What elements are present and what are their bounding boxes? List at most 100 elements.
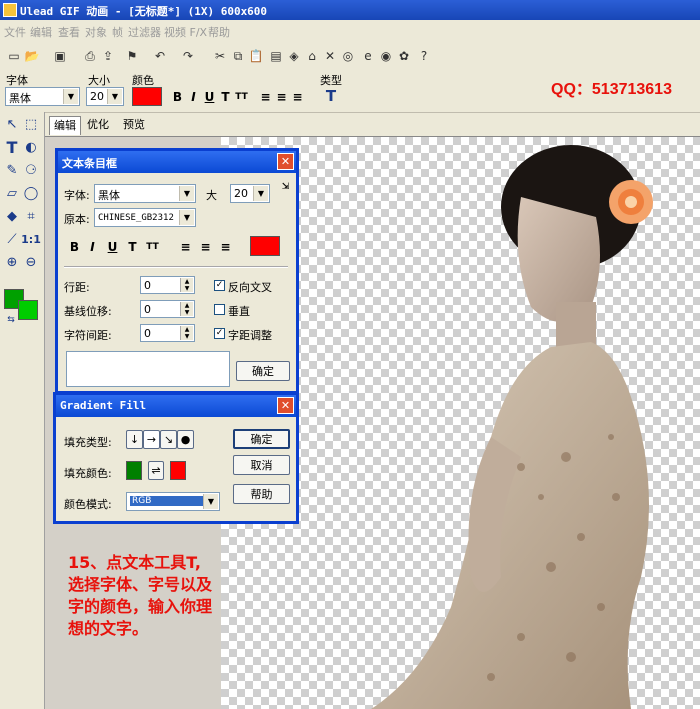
- size-select[interactable]: 20 ▼: [86, 87, 124, 106]
- gradient-horizontal-icon[interactable]: →: [143, 430, 160, 449]
- italic-button[interactable]: I: [186, 89, 201, 104]
- line-spacing-input[interactable]: 0 ▲ ▼: [140, 276, 195, 294]
- record-icon[interactable]: ◉: [378, 48, 394, 64]
- gradient-diagonal-icon[interactable]: ↘: [160, 430, 177, 449]
- gradient-end-color[interactable]: [170, 461, 186, 480]
- dlg-script-select[interactable]: CHINESE_GB2312 ▼: [94, 208, 196, 227]
- delete-icon[interactable]: ✕: [322, 48, 338, 64]
- shadow-button[interactable]: TT: [234, 89, 249, 104]
- text-color-swatch[interactable]: [132, 87, 162, 106]
- swap-colors-icon[interactable]: ⇌: [148, 461, 164, 480]
- redo-icon[interactable]: ↷: [180, 48, 196, 64]
- dlg-size-select[interactable]: 20 ▼: [230, 184, 270, 203]
- underline-button[interactable]: U: [202, 89, 217, 104]
- tween-icon[interactable]: ◎: [340, 48, 356, 64]
- help-pointer-icon[interactable]: ?: [416, 48, 432, 64]
- stamp-icon[interactable]: ⌂: [304, 48, 320, 64]
- save-icon[interactable]: ▣: [52, 48, 68, 64]
- menu-view[interactable]: 查看: [58, 24, 80, 40]
- close-icon[interactable]: ✕: [277, 397, 294, 414]
- dlg-italic-button[interactable]: I: [85, 239, 100, 254]
- dlg-font-select[interactable]: 黑体 ▼: [94, 184, 196, 203]
- text-tool-icon[interactable]: T: [3, 138, 21, 157]
- char-spacing-input[interactable]: 0 ▲ ▼: [140, 324, 195, 342]
- dlg-align-center-icon[interactable]: ≡: [198, 239, 213, 254]
- kerning-checkbox[interactable]: ✓: [214, 328, 225, 339]
- gradient-help-button[interactable]: 帮助: [233, 484, 290, 504]
- fill-tool-icon[interactable]: ◆: [3, 207, 21, 225]
- strikeout-button[interactable]: T: [218, 89, 233, 104]
- cut-icon[interactable]: ✂: [212, 48, 228, 64]
- spinner-arrows-icon[interactable]: ▲ ▼: [180, 302, 193, 316]
- dlg-text-color-swatch[interactable]: [250, 236, 280, 256]
- zoom-in-icon[interactable]: ⊕: [3, 253, 21, 271]
- background-color-swatch[interactable]: [18, 300, 38, 320]
- spinner-arrows-icon[interactable]: ▲ ▼: [180, 326, 193, 340]
- dlg-bold-button[interactable]: B: [67, 239, 82, 254]
- paste-icon[interactable]: 📋: [248, 48, 264, 64]
- antialias-checkbox[interactable]: ✓: [214, 280, 225, 291]
- baseline-input[interactable]: 0 ▲ ▼: [140, 300, 195, 318]
- print-icon[interactable]: ⎙: [82, 48, 98, 64]
- gradient-radial-icon[interactable]: ●: [177, 430, 194, 449]
- crop-tool-icon[interactable]: ⌗: [22, 207, 40, 225]
- dlg-align-right-icon[interactable]: ≡: [218, 239, 233, 254]
- vertical-checkbox[interactable]: [214, 304, 225, 315]
- bold-button[interactable]: B: [170, 89, 185, 104]
- align-center-icon[interactable]: ≡: [274, 89, 289, 104]
- font-select[interactable]: 黑体 ▼: [5, 87, 80, 106]
- gradient-cancel-button[interactable]: 取消: [233, 455, 290, 475]
- copy-icon[interactable]: ⧉: [230, 48, 246, 64]
- eraser-tool-icon[interactable]: ▱: [3, 184, 21, 202]
- spinner-arrows-icon[interactable]: ▲ ▼: [180, 278, 193, 292]
- marquee-tool-icon[interactable]: ⬚: [22, 115, 40, 133]
- window-title: Ulead GIF 动画 - [无标题*] (1X) 600x600: [20, 5, 268, 18]
- close-icon[interactable]: ✕: [277, 153, 294, 170]
- tab-optimize[interactable]: 优化: [83, 116, 113, 134]
- menu-filter[interactable]: 过滤器: [128, 24, 161, 40]
- text-type-icon[interactable]: T: [322, 87, 340, 105]
- instruction-note: 15、点文本工具T, 选择字体、字号以及 字的颜色，输入你理 想的文字。: [68, 552, 268, 640]
- expand-icon[interactable]: ⇲: [278, 179, 293, 194]
- dlg-shadow-button[interactable]: TT: [145, 239, 160, 254]
- frame-icon[interactable]: ▤: [268, 48, 284, 64]
- dlg-strikeout-button[interactable]: T: [125, 239, 140, 254]
- tab-preview[interactable]: 预览: [119, 116, 149, 134]
- menu-bar: 文件 编辑 查看 对象 帧 过滤器 视频 F/X 帮助: [0, 20, 700, 42]
- pick-tool-icon[interactable]: ↖: [3, 115, 21, 133]
- gradient-start-color[interactable]: [126, 461, 142, 480]
- dlg-align-left-icon[interactable]: ≡: [178, 239, 193, 254]
- dlg-underline-button[interactable]: U: [105, 239, 120, 254]
- tab-edit[interactable]: 编辑: [49, 116, 81, 135]
- menu-edit[interactable]: 编辑: [30, 24, 52, 40]
- filter-icon[interactable]: ✿: [396, 48, 412, 64]
- optimize-icon[interactable]: ⚑: [124, 48, 140, 64]
- qq-contact: QQ：513713613: [551, 81, 672, 98]
- open-icon[interactable]: 📂: [24, 48, 40, 64]
- menu-frame[interactable]: 帧: [112, 24, 123, 40]
- gradient-ok-button[interactable]: 确定: [233, 429, 290, 449]
- export-icon[interactable]: ⇪: [100, 48, 116, 64]
- text-entry-area[interactable]: [66, 351, 230, 387]
- gradient-vertical-icon[interactable]: ↓: [126, 430, 143, 449]
- browser-icon[interactable]: e: [360, 48, 376, 64]
- undo-icon[interactable]: ↶: [152, 48, 168, 64]
- lasso-tool-icon[interactable]: ◐: [22, 138, 40, 156]
- properties-icon[interactable]: ◈: [286, 48, 302, 64]
- menu-file[interactable]: 文件: [4, 24, 26, 40]
- menu-object[interactable]: 对象: [85, 24, 107, 40]
- align-right-icon[interactable]: ≡: [290, 89, 305, 104]
- text-ok-button[interactable]: 确定: [236, 361, 290, 381]
- zoom-out-icon[interactable]: ⊖: [22, 253, 40, 271]
- actual-size-tool-icon[interactable]: 1:1: [21, 230, 41, 248]
- menu-help[interactable]: 帮助: [208, 24, 230, 40]
- swap-colors-icon[interactable]: ⇆: [2, 311, 20, 329]
- menu-video-fx[interactable]: 视频 F/X: [164, 24, 207, 40]
- color-mode-select[interactable]: RGB ▼: [126, 492, 220, 511]
- new-icon[interactable]: ▭: [6, 48, 22, 64]
- clone-tool-icon[interactable]: ⚆: [22, 161, 40, 179]
- brush-tool-icon[interactable]: ✎: [3, 161, 21, 179]
- eyedropper-tool-icon[interactable]: ⟋: [3, 230, 21, 248]
- magic-wand-tool-icon[interactable]: ◯: [22, 184, 40, 202]
- align-left-icon[interactable]: ≡: [258, 89, 273, 104]
